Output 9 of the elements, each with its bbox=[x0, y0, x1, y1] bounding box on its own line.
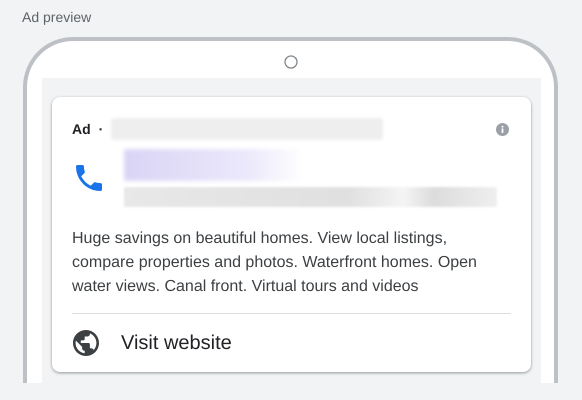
camera-icon bbox=[284, 55, 298, 69]
separator-dot: · bbox=[98, 121, 104, 137]
ad-label: Ad bbox=[72, 121, 91, 137]
globe-icon bbox=[73, 330, 99, 356]
info-icon[interactable] bbox=[496, 122, 509, 136]
ad-description: Huge savings on beautiful homes. View local listings, compare properties and photos. Waterfront homes. Open water views. Canal front. Virtual tours and videos bbox=[72, 229, 478, 297]
phone-icon[interactable] bbox=[76, 164, 102, 192]
section-title: Ad preview bbox=[21, 8, 92, 27]
visit-website-link[interactable]: Visit website bbox=[121, 332, 232, 354]
